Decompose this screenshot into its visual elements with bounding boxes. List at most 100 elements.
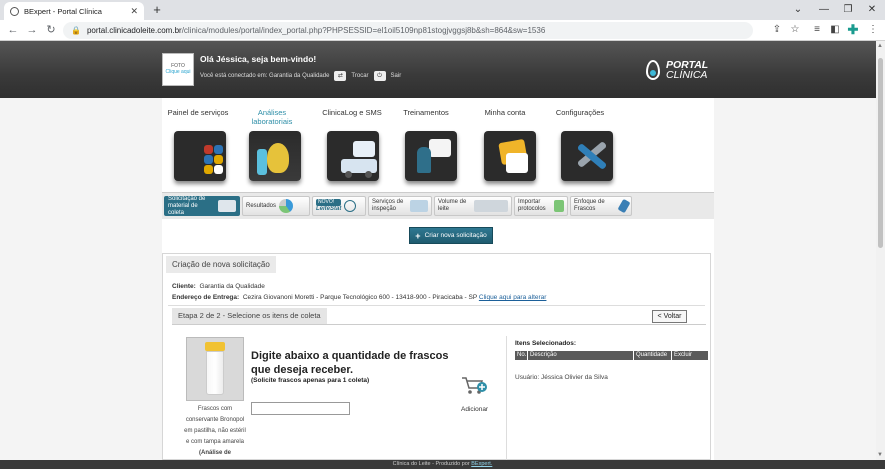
- user-photo[interactable]: FOTO Clique aqui: [162, 53, 194, 86]
- forward-icon[interactable]: →: [25, 23, 39, 37]
- menu-analises-laboratoriais[interactable]: Análises laboratoriais: [237, 108, 307, 126]
- close-window-icon[interactable]: ✕: [864, 3, 880, 17]
- change-address-link[interactable]: Clique aqui para alterar: [479, 294, 547, 301]
- menu-treinamentos[interactable]: Treinamentos: [391, 108, 461, 117]
- scrollbar[interactable]: ▲ ▼: [876, 41, 885, 460]
- logo-line2: CLÍNICA: [666, 69, 708, 81]
- footer-link[interactable]: BExpert.: [471, 461, 492, 467]
- create-request-button[interactable]: + Criar nova solicitação: [409, 227, 493, 244]
- account-folders-icon[interactable]: [484, 131, 536, 181]
- cart-add-icon: [462, 377, 487, 394]
- pen-icon: [617, 198, 631, 214]
- back-button[interactable]: < Voltar: [652, 310, 687, 323]
- browser-tab[interactable]: BExpert - Portal Clínica ✕: [4, 2, 144, 20]
- more-menu-icon[interactable]: ⋮: [866, 23, 880, 37]
- selected-items-title: Itens Selecionados:: [515, 340, 577, 347]
- bottle-image: [186, 337, 244, 401]
- footer-text: Clínica do Leite - Produzido por: [392, 461, 470, 467]
- client-info: Cliente: Garantia da Qualidade Endereço …: [172, 281, 546, 303]
- connection-info: Você está conectado em: Garantia da Qual…: [200, 71, 401, 81]
- step-divider: [172, 324, 706, 325]
- submenu-leitestat[interactable]: NOVO! LeiteStat: [312, 196, 366, 216]
- submenu-leitestat-label: LeiteStat: [316, 206, 342, 212]
- close-tab-icon[interactable]: ✕: [130, 6, 138, 17]
- reading-list-icon[interactable]: ≡: [810, 23, 824, 37]
- trocar-link[interactable]: Trocar: [351, 73, 368, 79]
- panel-title: Criação de nova solicitação: [166, 256, 276, 273]
- submenu-enfoque-label: Enfoque de Frascos: [574, 199, 605, 212]
- restore-icon[interactable]: ❐: [840, 3, 856, 17]
- client-label: Cliente:: [172, 283, 196, 290]
- services-panel-icon[interactable]: [174, 131, 226, 181]
- address-value: Cezira Giovanoni Moretti - Parque Tecnol…: [242, 294, 478, 301]
- menu-clinicalog-sms[interactable]: ClinicaLog e SMS: [317, 108, 387, 117]
- menu-painel-servicos[interactable]: Painel de serviços: [163, 108, 233, 117]
- submenu-resultados-label: Resultados: [246, 202, 277, 209]
- url-bar[interactable]: 🔒 portal.clinicadoleite.com.br/clinica/m…: [63, 22, 753, 39]
- pie-chart-icon: [279, 199, 294, 213]
- sair-link[interactable]: Sair: [391, 73, 402, 79]
- back-icon[interactable]: ←: [6, 23, 20, 37]
- url-path: /clinica/modules/portal/index_portal.php…: [181, 26, 546, 35]
- submenu-volume-label: Volume de leite: [438, 199, 467, 212]
- create-request-label: Criar nova solicitação: [424, 232, 487, 239]
- photo-click-label: Clique aqui: [165, 69, 191, 75]
- clipboard-icon: [410, 200, 428, 212]
- lab-flask-icon[interactable]: [249, 131, 301, 181]
- logout-icon[interactable]: ⏻: [373, 71, 386, 81]
- new-badge: NOVO!: [316, 199, 342, 206]
- add-to-cart-button[interactable]: [458, 374, 494, 400]
- settings-tools-icon[interactable]: [561, 131, 613, 181]
- drop-logo-icon: [646, 60, 660, 80]
- stat-icon: [344, 200, 357, 212]
- reload-icon[interactable]: ↻: [44, 23, 58, 37]
- address-label: Endereço de Entrega:: [172, 294, 240, 301]
- menu-minha-conta[interactable]: Minha conta: [470, 108, 540, 117]
- import-arrow-icon: [554, 200, 564, 212]
- quantity-input[interactable]: [251, 402, 350, 415]
- share-icon[interactable]: ⇪: [770, 23, 784, 37]
- col-no: No.: [517, 351, 528, 360]
- new-tab-button[interactable]: +: [150, 3, 164, 17]
- user-line: Usuário: Jéssica Olivier da Silva: [515, 374, 608, 381]
- col-quantidade: Quantidade: [634, 351, 672, 360]
- connected-label: Você está conectado em: Garantia da Qual…: [200, 73, 330, 79]
- submenu-resultados[interactable]: Resultados: [242, 196, 310, 216]
- footer: Clínica do Leite - Produzido por BExpert…: [0, 460, 885, 469]
- box-icon: [218, 200, 236, 212]
- plus-icon: +: [415, 230, 421, 241]
- client-value: Garantia da Qualidade: [199, 283, 265, 290]
- portal-logo: PORTAL CLÍNICA: [646, 60, 708, 80]
- divider: [168, 305, 705, 306]
- step-title: Etapa 2 de 2 - Selecione os itens de col…: [172, 308, 327, 324]
- truck-icon[interactable]: [327, 131, 379, 181]
- quantity-title: Digite abaixo a quantidade de frascos qu…: [251, 350, 449, 376]
- minimize-icon[interactable]: —: [816, 3, 832, 17]
- globe-icon: [10, 6, 19, 16]
- extension-icon[interactable]: ✚: [846, 23, 860, 37]
- lock-icon: 🔒: [71, 26, 81, 35]
- submenu-importar-label: Importar protocolos: [518, 199, 546, 212]
- training-icon[interactable]: [405, 131, 457, 181]
- tab-search-icon[interactable]: ⌄: [790, 3, 806, 17]
- url-host: portal.clinicadoleite.com.br: [86, 26, 182, 35]
- greeting: Olá Jéssica, seja bem-vindo!: [200, 54, 317, 64]
- submenu-solicitacao-label: Solicitação de material de coleta: [168, 195, 206, 216]
- bookmark-star-icon[interactable]: ☆: [788, 23, 802, 37]
- submenu-enfoque-frascos[interactable]: Enfoque de Frascos: [570, 196, 632, 216]
- add-label[interactable]: Adicionar: [461, 406, 488, 413]
- quantity-subtitle: (Solicite frascos apenas para 1 coleta): [251, 377, 370, 384]
- switch-icon[interactable]: ⇄: [334, 71, 347, 81]
- submenu-volume-leite[interactable]: Volume de leite: [434, 196, 512, 216]
- submenu-importar-protocolos[interactable]: Importar protocolos: [514, 196, 568, 216]
- submenu-inspecao-label: Serviços de inspeção: [372, 199, 404, 212]
- product-desc-text: Frascos com conservante Bronopol em past…: [184, 406, 246, 445]
- submenu-servicos-inspecao[interactable]: Serviços de inspeção: [368, 196, 432, 216]
- side-panel-icon[interactable]: ◧: [828, 23, 842, 37]
- portal-header: [0, 41, 876, 98]
- tab-title: BExpert - Portal Clínica: [24, 6, 102, 16]
- column-divider: [506, 336, 507, 460]
- submenu-solicitacao-material[interactable]: Solicitação de material de coleta: [164, 196, 240, 216]
- selected-items-table-header: No. Descrição Quantidade Excluir: [515, 351, 708, 360]
- menu-configuracoes[interactable]: Configurações: [545, 108, 615, 117]
